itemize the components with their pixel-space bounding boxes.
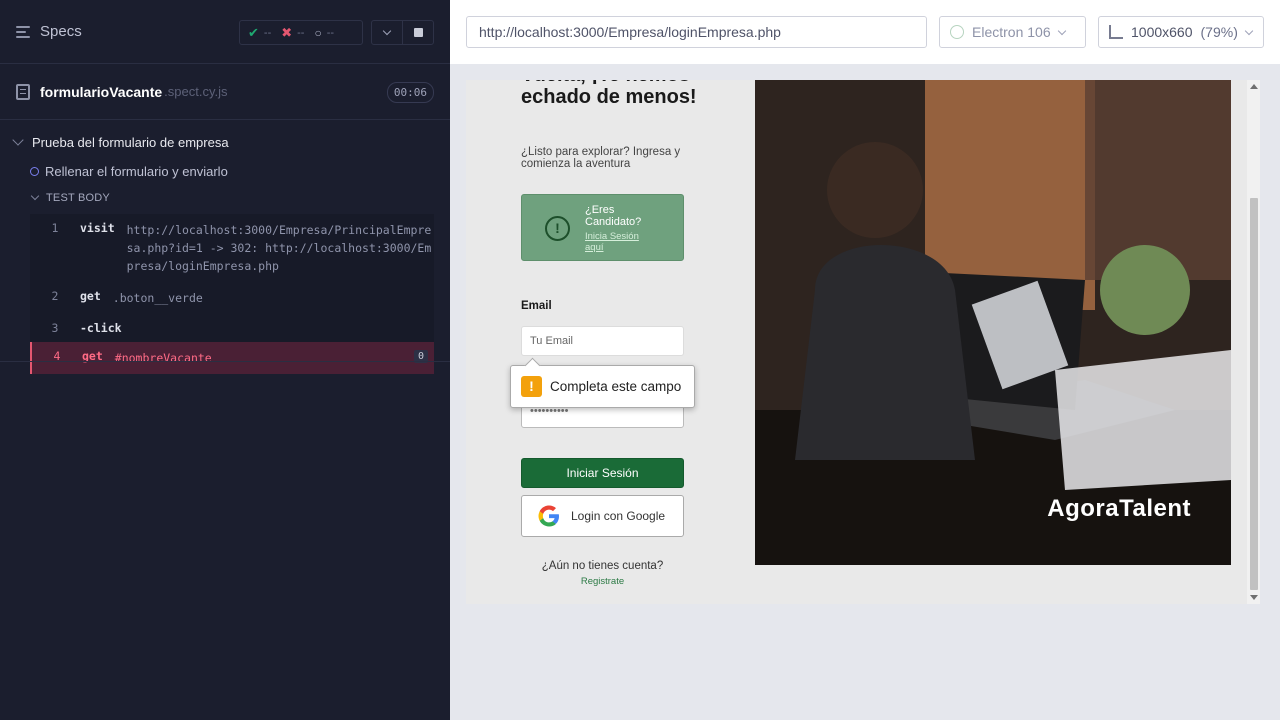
command-message: .boton__verde xyxy=(112,291,203,305)
command-number: 4 xyxy=(53,349,61,363)
spec-name: formularioVacante xyxy=(40,83,163,100)
command-number: 2 xyxy=(51,289,59,303)
test-body-toggle[interactable]: TEST BODY xyxy=(0,186,450,210)
command-row[interactable]: 2 get .boton__verde xyxy=(30,282,434,314)
command-row[interactable]: 3 -click xyxy=(30,314,434,342)
specs-toggle[interactable]: Specs xyxy=(16,23,82,40)
suite-title: Prueba del formulario de empresa xyxy=(32,134,229,150)
suite: Prueba del formulario de empresa Rellena… xyxy=(0,120,450,374)
app-under-test: Vuelta, ¡Te hemos echado de menos! ¿List… xyxy=(466,80,1260,604)
command-row-active[interactable]: 4 get #nombreVacante 0 xyxy=(30,342,434,374)
chevron-down-icon xyxy=(12,134,24,146)
browser-name: Electron 106 xyxy=(972,24,1051,40)
aut-header: http://localhost:3000/Empresa/loginEmpre… xyxy=(450,0,1280,64)
browser-selector[interactable]: Electron 106 xyxy=(939,16,1086,48)
reporter-panel: Specs ✔ -- ✖ -- ○ -- formularioVacante .spe… xyxy=(0,0,450,720)
scroll-up-arrow-icon[interactable] xyxy=(1250,84,1258,89)
spec-extension: .spect.cy.js xyxy=(164,84,228,99)
scrollbar-thumb[interactable] xyxy=(1250,198,1258,590)
spec-duration: 00:06 xyxy=(386,82,434,103)
failed-x-icon: ✖ xyxy=(281,24,293,40)
command-message: #nombreVacante xyxy=(114,351,212,365)
warning-icon: ! xyxy=(521,376,542,397)
failed-count: -- xyxy=(297,26,305,39)
command-number: 1 xyxy=(51,221,59,235)
suite-title-row[interactable]: Prueba del formulario de empresa xyxy=(0,128,450,156)
email-label: Email xyxy=(521,300,552,312)
hero-photo: AgoraTalent xyxy=(755,80,1231,565)
chevron-down-icon xyxy=(1057,26,1066,35)
url-bar[interactable]: http://localhost:3000/Empresa/loginEmpre… xyxy=(466,16,927,48)
spec-file-row[interactable]: formularioVacante .spect.cy.js 00:06 xyxy=(0,64,450,120)
command-name: visit xyxy=(80,221,115,235)
command-number: 3 xyxy=(51,321,59,335)
validation-message: Completa este campo xyxy=(550,379,682,394)
candidate-login-link[interactable]: Inicia Sesión aquí xyxy=(585,231,655,253)
command-name: -click xyxy=(80,321,122,335)
zoom-level: (79%) xyxy=(1200,24,1238,40)
command-name: get xyxy=(82,349,103,363)
greeting-heading: Vuelta, ¡Te hemos echado de menos! xyxy=(521,80,697,108)
command-name: get xyxy=(80,289,101,303)
brand-logo: AgoraTalent xyxy=(1047,495,1191,522)
divider xyxy=(0,361,450,362)
people-at-laptops-illustration xyxy=(755,80,1231,565)
chevron-down-icon xyxy=(1244,26,1254,35)
google-login-button[interactable]: Login con Google xyxy=(521,495,684,537)
pending-count: -- xyxy=(326,26,335,39)
no-account-text: ¿Aún no tienes cuenta? xyxy=(541,560,664,572)
google-button-label: Login con Google xyxy=(571,509,666,523)
test-body-label: TEST BODY xyxy=(46,192,110,204)
chevron-down-icon xyxy=(382,26,392,36)
google-icon xyxy=(538,505,559,527)
running-icon xyxy=(30,166,39,176)
passed-check-icon: ✔ xyxy=(248,24,259,40)
viewport-size: 1000x660 xyxy=(1131,24,1193,40)
command-log: 1 visit http://localhost:3000/Empresa/Pr… xyxy=(30,214,434,374)
command-row[interactable]: 1 visit http://localhost:3000/Empresa/Pr… xyxy=(30,214,434,282)
scrollbar[interactable] xyxy=(1247,80,1260,604)
validation-tooltip: ! Completa este campo xyxy=(510,365,695,408)
pending-spinner-icon: ○ xyxy=(314,25,322,40)
alert-circle-icon: ! xyxy=(545,216,570,241)
viewport-info[interactable]: 1000x660 (79%) xyxy=(1098,16,1264,48)
test-title-row[interactable]: Rellenar el formulario y enviarlo xyxy=(0,156,450,186)
stop-button[interactable] xyxy=(402,21,433,44)
expand-button[interactable] xyxy=(372,21,402,44)
scroll-down-arrow-icon[interactable] xyxy=(1250,595,1258,600)
login-button[interactable]: Iniciar Sesión xyxy=(521,458,684,488)
candidate-title: ¿Eres Candidato? xyxy=(585,204,642,228)
command-message: http://localhost:3000/Empresa/PrincipalE… xyxy=(126,223,432,273)
email-input[interactable]: Tu Email xyxy=(521,326,684,356)
greeting-subtitle: ¿Listo para explorar? Ingresa y comienza… xyxy=(521,146,681,170)
chevron-down-icon xyxy=(30,191,40,201)
stop-icon xyxy=(413,28,423,37)
passed-count: -- xyxy=(263,26,272,39)
reporter-header: Specs ✔ -- ✖ -- ○ -- xyxy=(0,0,450,64)
candidate-box: ! ¿Eres Candidato? Inicia Sesión aquí xyxy=(521,194,684,261)
login-column: Vuelta, ¡Te hemos echado de menos! ¿List… xyxy=(466,80,755,604)
specs-list-icon xyxy=(16,25,32,39)
run-controls xyxy=(371,20,434,45)
electron-icon xyxy=(950,25,964,39)
register-link[interactable]: Registrate xyxy=(521,576,684,587)
ruler-icon xyxy=(1109,25,1123,39)
document-icon xyxy=(16,83,30,100)
test-stats: ✔ -- ✖ -- ○ -- xyxy=(239,20,363,45)
specs-title: Specs xyxy=(40,23,82,40)
test-title: Rellenar el formulario y enviarlo xyxy=(45,163,228,179)
